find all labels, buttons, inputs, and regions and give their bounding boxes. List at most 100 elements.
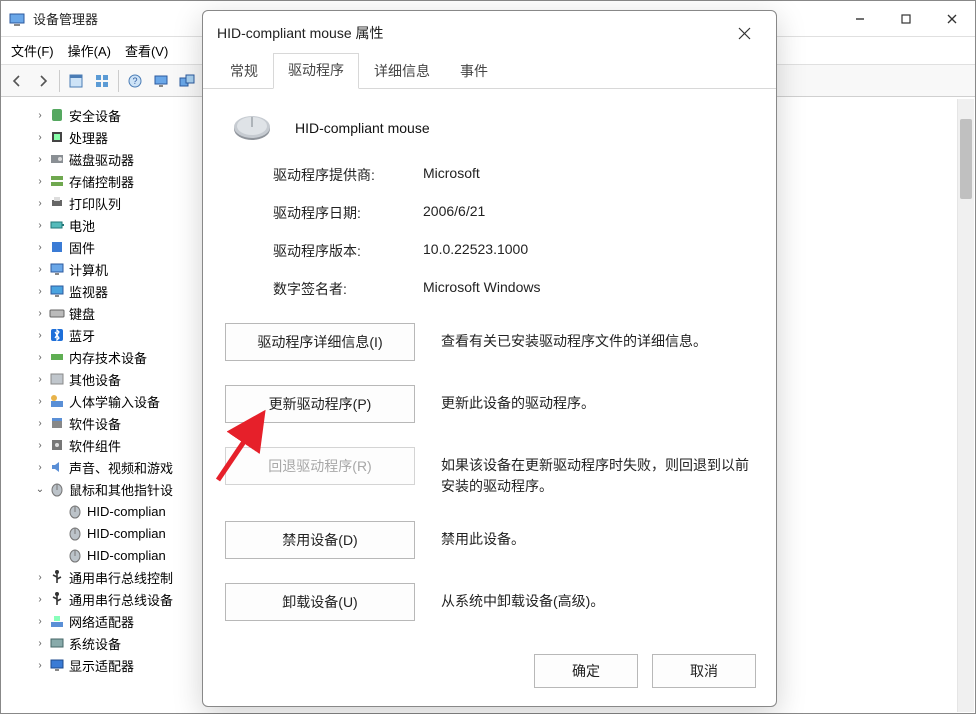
tree-item-label: 磁盘驱动器 xyxy=(69,150,134,169)
toolbar-grid-icon[interactable] xyxy=(90,69,114,93)
update-driver-button[interactable]: 更新驱动程序(P) xyxy=(225,385,415,423)
version-label: 驱动程序版本: xyxy=(273,241,423,261)
expand-arrow-icon[interactable]: › xyxy=(33,308,47,319)
expand-arrow-icon[interactable]: › xyxy=(33,286,47,297)
tree-item-label: 软件组件 xyxy=(69,436,121,455)
tree-item-label: 系统设备 xyxy=(69,634,121,653)
generic-icon xyxy=(49,371,65,387)
toolbar-properties-icon[interactable] xyxy=(64,69,88,93)
rollback-driver-button: 回退驱动程序(R) xyxy=(225,447,415,485)
dialog-footer: 确定 取消 xyxy=(534,654,756,688)
toolbar-help-icon[interactable]: ? xyxy=(123,69,147,93)
provider-label: 驱动程序提供商: xyxy=(273,165,423,185)
dialog-body: HID-compliant mouse 驱动程序提供商: Microsoft 驱… xyxy=(203,89,776,621)
audio-icon xyxy=(49,459,65,475)
tree-item-label: HID-complian xyxy=(87,504,166,519)
mouse-icon xyxy=(67,547,83,563)
device-name: HID-compliant mouse xyxy=(295,120,430,136)
window-minimize-button[interactable] xyxy=(837,3,883,35)
tab-driver[interactable]: 驱动程序 xyxy=(273,53,359,89)
properties-dialog: HID-compliant mouse 属性 常规 驱动程序 详细信息 事件 H… xyxy=(202,10,777,707)
expand-arrow-icon[interactable]: › xyxy=(33,616,47,627)
signer-value: Microsoft Windows xyxy=(423,279,754,299)
battery-icon xyxy=(49,217,65,233)
expand-arrow-icon[interactable]: › xyxy=(33,132,47,143)
mouse-icon xyxy=(49,481,65,497)
menu-action[interactable]: 操作(A) xyxy=(68,41,111,60)
disable-device-button[interactable]: 禁用设备(D) xyxy=(225,521,415,559)
driver-details-button[interactable]: 驱动程序详细信息(I) xyxy=(225,323,415,361)
system-icon xyxy=(49,635,65,651)
svg-text:?: ? xyxy=(132,76,137,86)
uninstall-device-button[interactable]: 卸载设备(U) xyxy=(225,583,415,621)
firmware-icon xyxy=(49,239,65,255)
devmgr-app-icon xyxy=(9,11,25,27)
tree-item-label: 软件设备 xyxy=(69,414,121,433)
expand-arrow-icon[interactable]: ⌄ xyxy=(33,484,47,495)
monitor-icon xyxy=(49,283,65,299)
cancel-button[interactable]: 取消 xyxy=(652,654,756,688)
uninstall-device-desc: 从系统中卸载设备(高级)。 xyxy=(441,583,754,612)
expand-arrow-icon[interactable]: › xyxy=(33,572,47,583)
expand-arrow-icon[interactable]: › xyxy=(33,352,47,363)
mouse-icon xyxy=(67,503,83,519)
dialog-titlebar: HID-compliant mouse 属性 xyxy=(203,11,776,55)
devmgr-title: 设备管理器 xyxy=(33,9,98,28)
expand-arrow-icon[interactable]: › xyxy=(33,462,47,473)
toolbar-forward-icon[interactable] xyxy=(31,69,55,93)
expand-arrow-icon[interactable]: › xyxy=(33,440,47,451)
toolbar-separator xyxy=(59,70,60,92)
ok-button[interactable]: 确定 xyxy=(534,654,638,688)
provider-value: Microsoft xyxy=(423,165,754,185)
date-label: 驱动程序日期: xyxy=(273,203,423,223)
expand-arrow-icon[interactable]: › xyxy=(33,176,47,187)
tab-events[interactable]: 事件 xyxy=(445,54,503,89)
expand-arrow-icon[interactable]: › xyxy=(33,154,47,165)
toolbar-monitor-icon[interactable] xyxy=(149,69,173,93)
tree-item-label: 电池 xyxy=(69,216,95,235)
tree-item-label: 人体学输入设备 xyxy=(69,392,160,411)
expand-arrow-icon[interactable]: › xyxy=(33,374,47,385)
scroll-thumb[interactable] xyxy=(960,119,972,199)
menu-view[interactable]: 查看(V) xyxy=(125,41,168,60)
toolbar-devices-icon[interactable] xyxy=(175,69,199,93)
expand-arrow-icon[interactable]: › xyxy=(33,198,47,209)
expand-arrow-icon[interactable]: › xyxy=(33,220,47,231)
hid-icon xyxy=(49,393,65,409)
driver-details-desc: 查看有关已安装驱动程序文件的详细信息。 xyxy=(441,323,754,352)
toolbar-back-icon[interactable] xyxy=(5,69,29,93)
menu-file[interactable]: 文件(F) xyxy=(11,41,54,60)
memory-icon xyxy=(49,349,65,365)
expand-arrow-icon[interactable]: › xyxy=(33,418,47,429)
tab-details[interactable]: 详细信息 xyxy=(359,54,445,89)
expand-arrow-icon[interactable]: › xyxy=(33,638,47,649)
window-maximize-button[interactable] xyxy=(883,3,929,35)
tree-item-label: 网络适配器 xyxy=(69,612,134,631)
tab-general[interactable]: 常规 xyxy=(215,54,273,89)
devmgr-scrollbar[interactable] xyxy=(957,99,974,712)
tree-item-label: 鼠标和其他指针设 xyxy=(69,480,173,499)
tree-item-label: HID-complian xyxy=(87,526,166,541)
expand-arrow-icon[interactable]: › xyxy=(33,242,47,253)
component-icon xyxy=(49,437,65,453)
storage-icon xyxy=(49,173,65,189)
tree-item-label: 安全设备 xyxy=(69,106,121,125)
shield-icon xyxy=(49,107,65,123)
dialog-close-button[interactable] xyxy=(726,15,762,51)
rollback-driver-desc: 如果该设备在更新驱动程序时失败，则回退到以前安装的驱动程序。 xyxy=(441,447,754,497)
expand-arrow-icon[interactable]: › xyxy=(33,396,47,407)
expand-arrow-icon[interactable]: › xyxy=(33,594,47,605)
expand-arrow-icon[interactable]: › xyxy=(33,110,47,121)
printer-icon xyxy=(49,195,65,211)
tree-item-label: 通用串行总线设备 xyxy=(69,590,173,609)
expand-arrow-icon[interactable]: › xyxy=(33,330,47,341)
window-close-button[interactable] xyxy=(929,3,975,35)
tree-item-label: 通用串行总线控制 xyxy=(69,568,173,587)
expand-arrow-icon[interactable]: › xyxy=(33,264,47,275)
disk-icon xyxy=(49,151,65,167)
tree-item-label: 处理器 xyxy=(69,128,108,147)
tree-item-label: 其他设备 xyxy=(69,370,121,389)
disable-device-desc: 禁用此设备。 xyxy=(441,521,754,550)
tree-item-label: 显示适配器 xyxy=(69,656,134,675)
expand-arrow-icon[interactable]: › xyxy=(33,660,47,671)
